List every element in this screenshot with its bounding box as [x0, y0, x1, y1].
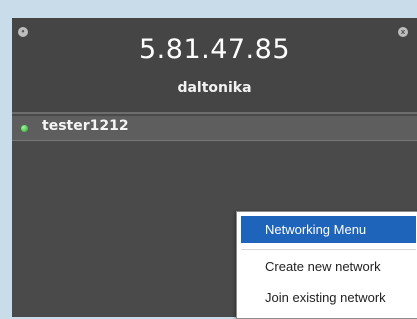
member-name: tester1212 [42, 118, 129, 134]
menu-item-create-network[interactable]: Create new network [265, 259, 381, 274]
menu-title-networking[interactable]: Networking Menu [241, 216, 416, 243]
network-name: daltonika [177, 80, 252, 96]
window-header: • x 5.81.47.85 daltonika [12, 18, 417, 112]
menu-separator [241, 249, 416, 250]
member-row[interactable]: tester1212 [12, 116, 417, 141]
menu-item-join-network[interactable]: Join existing network [265, 290, 386, 305]
header-divider [12, 112, 417, 114]
networking-context-menu: Networking Menu Create new network Join … [236, 211, 417, 319]
ip-address: 5.81.47.85 [139, 34, 290, 65]
online-status-icon [21, 125, 28, 132]
